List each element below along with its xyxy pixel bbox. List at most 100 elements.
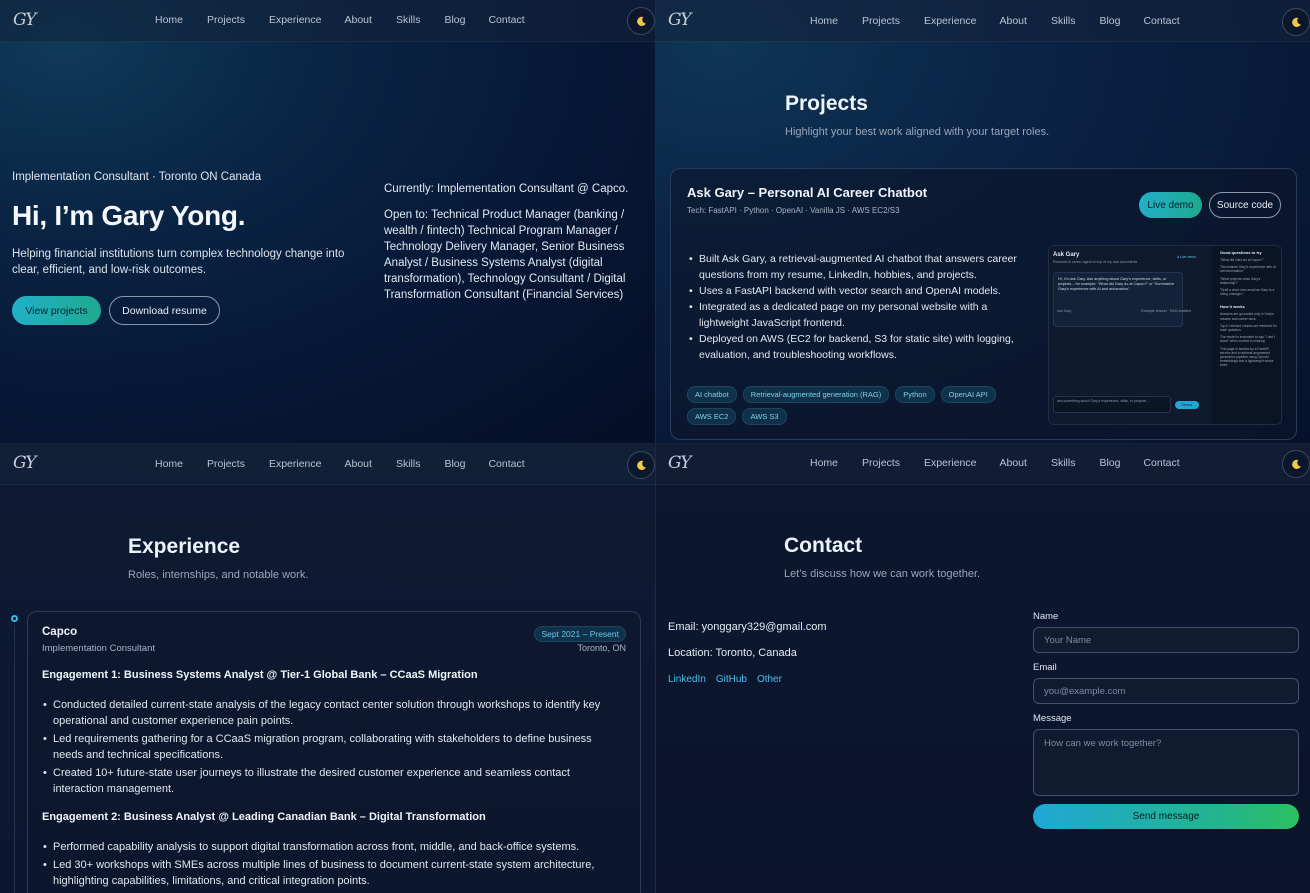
list-item: Led 30+ workshops with SMEs across multi…	[42, 857, 622, 889]
preview-side-item: "What did Gary do at Capco?"	[1220, 258, 1264, 262]
preview-side-item: "What projects show Gary's leadership?"	[1220, 276, 1261, 285]
preview-chat-pane: Ask Gary Personal AI career agent on top…	[1049, 246, 1211, 424]
project-tech: Tech: FastAPI · Python · OpenAI · Vanill…	[687, 206, 900, 215]
github-link[interactable]: GitHub	[716, 674, 747, 685]
nav-projects[interactable]: Projects	[207, 458, 245, 470]
moon-icon	[1291, 17, 1301, 27]
source-code-button[interactable]: Source code	[1209, 192, 1281, 218]
nav-about[interactable]: About	[999, 457, 1026, 469]
nav-contact[interactable]: Contact	[488, 458, 524, 470]
logo[interactable]: GY	[668, 453, 691, 473]
navbar: GY Home Projects Experience About Skills…	[655, 443, 1310, 485]
preview-app-sub: Personal AI career agent on top of my ow…	[1053, 260, 1138, 264]
nav-experience[interactable]: Experience	[924, 15, 977, 27]
nav-contact[interactable]: Contact	[1143, 15, 1179, 27]
theme-toggle-button[interactable]	[1282, 450, 1310, 478]
company-name: Capco	[42, 626, 78, 638]
preview-chat-author: Ask Gary	[1057, 309, 1072, 313]
list-item: Performed capability analysis to support…	[42, 839, 622, 855]
list-item: Created 10+ future-state user journeys t…	[42, 765, 622, 797]
navbar: GY Home Projects Experience About Skills…	[0, 443, 655, 485]
message-label: Message	[1033, 713, 1072, 724]
timeline-dot	[11, 615, 18, 622]
preview-live-badge: ● Live demo	[1177, 255, 1197, 259]
nav-blog[interactable]: Blog	[1099, 457, 1120, 469]
email-label: Email	[1033, 662, 1057, 673]
live-demo-button[interactable]: Live demo	[1139, 192, 1202, 218]
nav-experience[interactable]: Experience	[269, 458, 322, 470]
nav-projects[interactable]: Projects	[207, 14, 245, 26]
contact-title: Contact	[784, 534, 863, 557]
nav-experience[interactable]: Experience	[269, 14, 322, 26]
nav-projects[interactable]: Projects	[862, 457, 900, 469]
logo[interactable]: GY	[668, 10, 691, 30]
list-item: Integrated as a dedicated page on my per…	[687, 299, 1027, 331]
preview-how-item: Answers are grounded only in Gary's resu…	[1220, 312, 1274, 321]
nav-blog[interactable]: Blog	[444, 14, 465, 26]
list-item: Conducted detailed current-state analysi…	[42, 697, 622, 729]
nav-blog[interactable]: Blog	[1099, 15, 1120, 27]
download-resume-button[interactable]: Download resume	[109, 296, 220, 325]
preview-send-button: Send ▸	[1175, 401, 1199, 409]
contact-panel: GY Home Projects Experience About Skills…	[655, 443, 1310, 893]
date-badge: Sept 2021 – Present	[534, 626, 626, 642]
nav-blog[interactable]: Blog	[444, 458, 465, 470]
email-field[interactable]: you@example.com	[1033, 678, 1299, 704]
nav-projects[interactable]: Projects	[862, 15, 900, 27]
preview-app-title: Ask Gary	[1053, 252, 1080, 258]
nav-skills[interactable]: Skills	[396, 458, 421, 470]
nav-home[interactable]: Home	[810, 15, 838, 27]
project-card: Ask Gary – Personal AI Career Chatbot Te…	[670, 168, 1297, 440]
experience-title: Experience	[128, 535, 241, 558]
nav-skills[interactable]: Skills	[1051, 15, 1076, 27]
nav-skills[interactable]: Skills	[396, 14, 421, 26]
preview-side-item: "Summarize Gary's experience with AI and…	[1220, 265, 1276, 274]
nav-home[interactable]: Home	[810, 457, 838, 469]
nav-experience[interactable]: Experience	[924, 457, 977, 469]
nav-links: Home Projects Experience About Skills Bl…	[155, 14, 525, 26]
message-field[interactable]: How can we work together?	[1033, 729, 1299, 796]
tag: Retrieval-augmented generation (RAG)	[742, 386, 890, 403]
nav-contact[interactable]: Contact	[1143, 457, 1179, 469]
preview-how-item: This page is backed by a FastAPI service…	[1220, 346, 1274, 368]
experience-subtitle: Roles, internships, and notable work.	[128, 569, 309, 581]
list-item: Led requirements gathering for a CCaaS m…	[42, 731, 622, 763]
role-title: Implementation Consultant	[42, 643, 156, 654]
project-tags: AI chatbot Retrieval-augmented generatio…	[687, 386, 1007, 425]
preview-side-item: "Draft a short intro email as Gary to a …	[1220, 288, 1275, 297]
tag: AWS S3	[742, 408, 787, 425]
project-preview-image: Ask Gary Personal AI career agent on top…	[1048, 245, 1282, 425]
engagement-2-list: Performed capability analysis to support…	[42, 839, 622, 891]
theme-toggle-button[interactable]	[627, 7, 655, 35]
preview-chat-bubble: Hi, I'm Ask Gary. Ask anything about Gar…	[1053, 272, 1183, 327]
view-projects-button[interactable]: View projects	[12, 296, 101, 325]
list-item: Built Ask Gary, a retrieval-augmented AI…	[687, 251, 1027, 283]
projects-panel: GY Home Projects Experience About Skills…	[655, 0, 1310, 443]
logo[interactable]: GY	[13, 10, 36, 30]
currently-text: Currently: Implementation Consultant @ C…	[384, 183, 629, 195]
preview-how-item: The model is instructed to say "I don't …	[1220, 335, 1275, 344]
linkedin-link[interactable]: LinkedIn	[668, 674, 706, 685]
nav-skills[interactable]: Skills	[1051, 457, 1076, 469]
name-field[interactable]: Your Name	[1033, 627, 1299, 653]
panel-divider	[655, 0, 656, 893]
preview-side-title: Good questions to try	[1220, 250, 1262, 255]
theme-toggle-button[interactable]	[627, 451, 655, 479]
moon-icon	[1291, 459, 1301, 469]
nav-about[interactable]: About	[344, 458, 371, 470]
tag: OpenAI API	[940, 386, 996, 403]
nav-home[interactable]: Home	[155, 14, 183, 26]
preview-side-pane: Good questions to try "What did Gary do …	[1215, 246, 1281, 424]
preview-how-title: How it works	[1220, 304, 1245, 310]
name-label: Name	[1033, 611, 1059, 622]
tag: AI chatbot	[687, 386, 737, 403]
theme-toggle-button[interactable]	[1282, 8, 1310, 36]
nav-contact[interactable]: Contact	[488, 14, 524, 26]
send-message-button[interactable]: Send message	[1033, 804, 1299, 829]
other-link[interactable]: Other	[757, 674, 782, 685]
nav-about[interactable]: About	[344, 14, 371, 26]
logo[interactable]: GY	[13, 453, 36, 473]
nav-home[interactable]: Home	[155, 458, 183, 470]
preview-chat-input: ask something about Gary's experience, s…	[1053, 396, 1171, 413]
nav-about[interactable]: About	[999, 15, 1026, 27]
